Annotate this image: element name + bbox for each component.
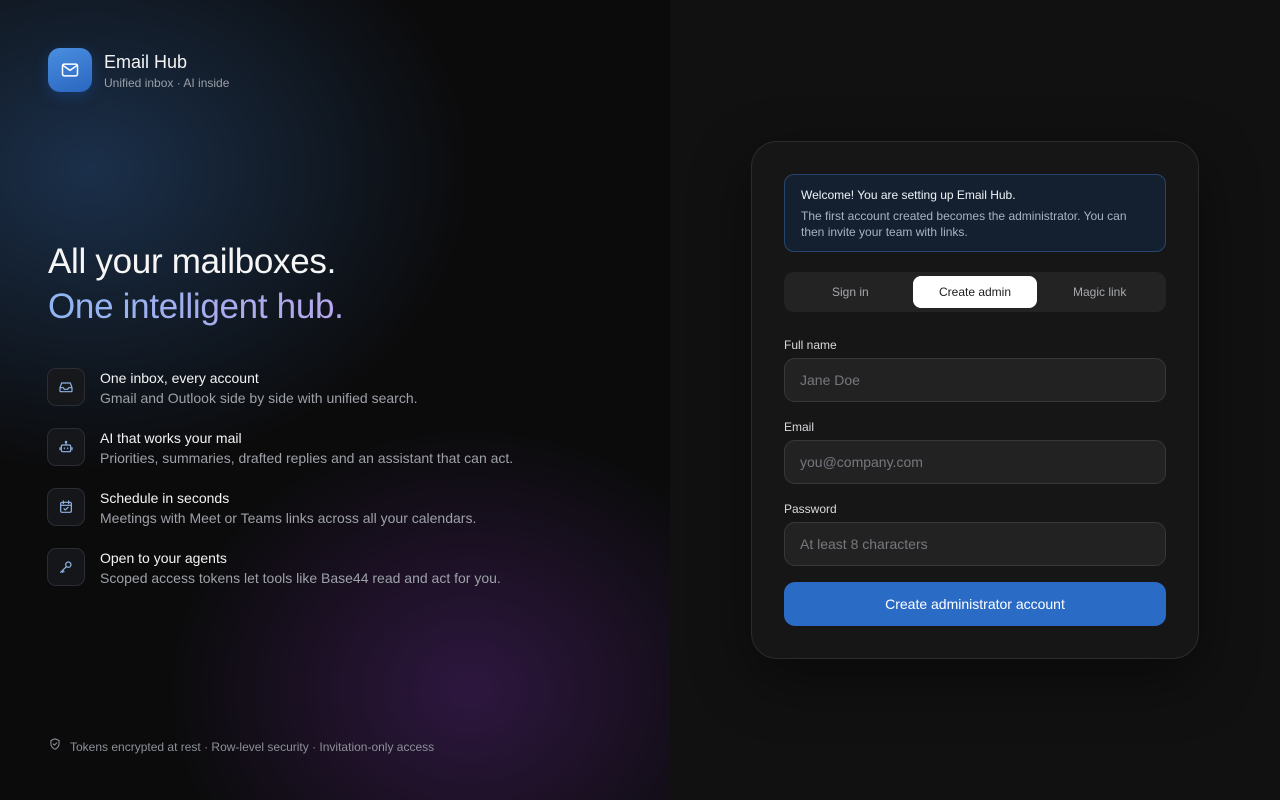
feature-item: Schedule in seconds Meetings with Meet o… bbox=[47, 488, 513, 548]
feature-description: Priorities, summaries, drafted replies a… bbox=[100, 450, 514, 466]
hero-line-2: One intelligent hub. bbox=[48, 284, 344, 330]
feature-item: AI that works your mail Priorities, summ… bbox=[47, 428, 513, 488]
feature-description: Gmail and Outlook side by side with unif… bbox=[100, 390, 418, 406]
feature-title: One inbox, every account bbox=[100, 370, 259, 386]
hero-heading: All your mailboxes. One intelligent hub. bbox=[48, 240, 344, 330]
marketing-panel: Email Hub Unified inbox · AI inside All … bbox=[0, 0, 670, 800]
feature-title: Schedule in seconds bbox=[100, 490, 230, 506]
inbox-icon bbox=[47, 368, 85, 406]
key-icon bbox=[47, 548, 85, 586]
email-field[interactable] bbox=[784, 440, 1166, 484]
full-name-label: Full name bbox=[784, 338, 837, 352]
hero-line-1: All your mailboxes. bbox=[48, 242, 337, 281]
feature-description: Scoped access tokens let tools like Base… bbox=[100, 570, 501, 586]
full-name-field[interactable] bbox=[784, 358, 1166, 402]
security-note: Tokens encrypted at rest · Row-level sec… bbox=[48, 737, 434, 756]
brand: Email Hub Unified inbox · AI inside bbox=[48, 48, 229, 92]
setup-notice: Welcome! You are setting up Email Hub. T… bbox=[784, 174, 1166, 252]
tab-sign-in[interactable]: Sign in bbox=[788, 276, 913, 308]
calendar-check-icon bbox=[47, 488, 85, 526]
feature-item: Open to your agents Scoped access tokens… bbox=[47, 548, 513, 608]
notice-body: The first account created becomes the ad… bbox=[801, 209, 1127, 239]
brand-tagline: Unified inbox · AI inside bbox=[104, 75, 230, 90]
auth-card: Welcome! You are setting up Email Hub. T… bbox=[751, 141, 1199, 659]
create-admin-button[interactable]: Create administrator account bbox=[784, 582, 1166, 626]
mail-icon bbox=[48, 48, 92, 92]
feature-description: Meetings with Meet or Teams links across… bbox=[100, 510, 477, 526]
shield-check-icon bbox=[48, 737, 62, 756]
notice-title: Welcome! You are setting up Email Hub. bbox=[801, 188, 1016, 202]
email-label: Email bbox=[784, 420, 815, 434]
feature-item: One inbox, every account Gmail and Outlo… bbox=[47, 368, 513, 428]
bot-icon bbox=[47, 428, 85, 466]
tab-magic-link[interactable]: Magic link bbox=[1037, 276, 1162, 308]
tab-create-admin[interactable]: Create admin bbox=[912, 276, 1038, 308]
feature-title: Open to your agents bbox=[100, 550, 227, 566]
password-label: Password bbox=[784, 502, 837, 516]
password-field[interactable] bbox=[784, 522, 1166, 566]
auth-tabs: Sign in Create admin Magic link bbox=[784, 272, 1166, 312]
feature-title: AI that works your mail bbox=[100, 430, 242, 446]
brand-name: Email Hub bbox=[104, 51, 188, 72]
security-note-text: Tokens encrypted at rest · Row-level sec… bbox=[70, 739, 435, 754]
feature-list: One inbox, every account Gmail and Outlo… bbox=[47, 368, 513, 608]
